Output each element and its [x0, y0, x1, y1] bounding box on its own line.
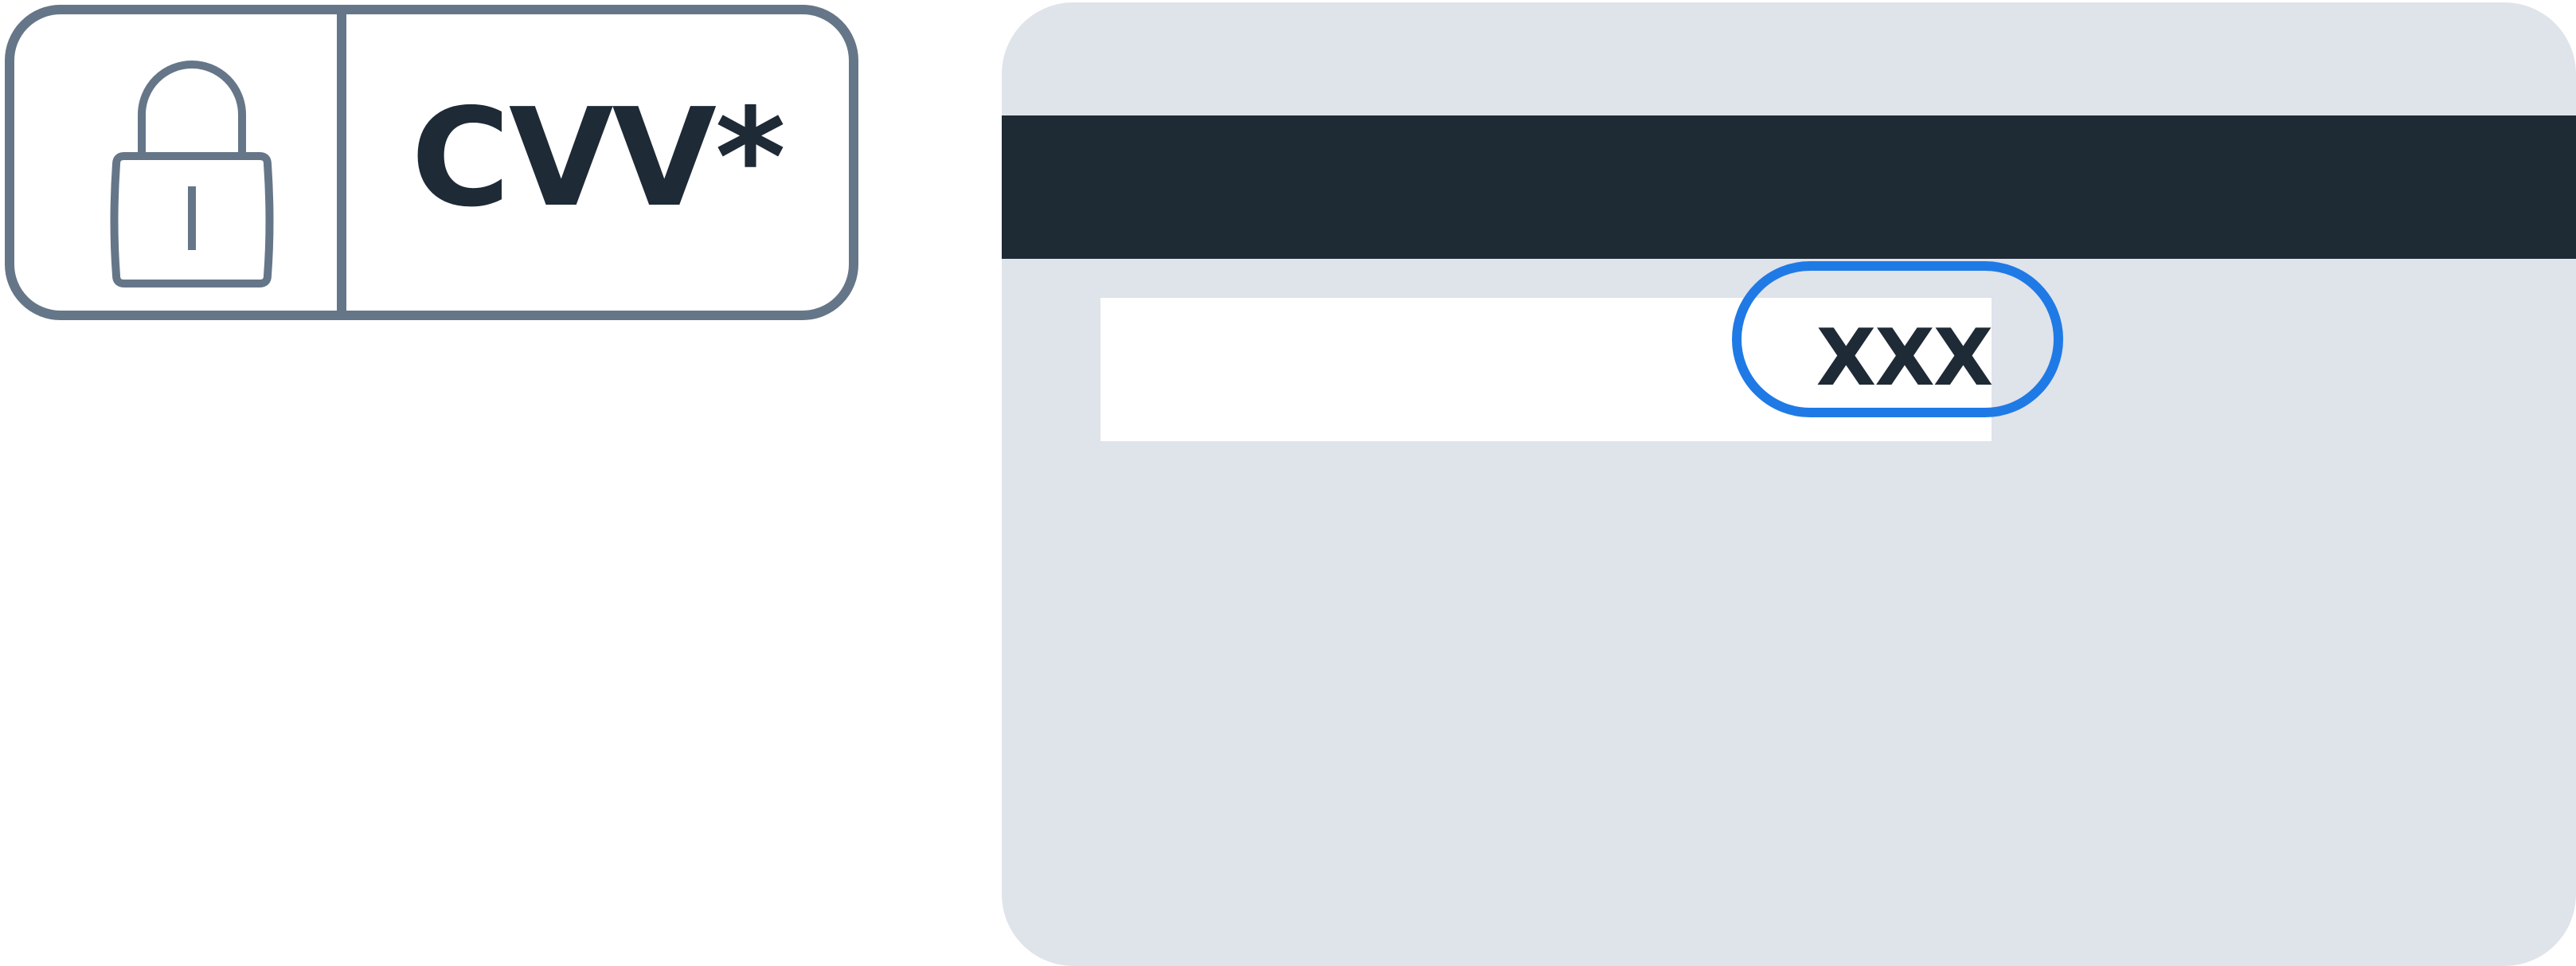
card-back-illustration: XXX	[1002, 2, 2576, 966]
cvv-highlight-ring	[1732, 261, 2063, 417]
magnetic-stripe	[1002, 115, 2576, 259]
cvv-field[interactable]: CVV*	[5, 5, 858, 320]
field-divider	[337, 14, 346, 311]
lock-icon	[108, 59, 276, 290]
cvv-label: CVV*	[411, 80, 786, 237]
